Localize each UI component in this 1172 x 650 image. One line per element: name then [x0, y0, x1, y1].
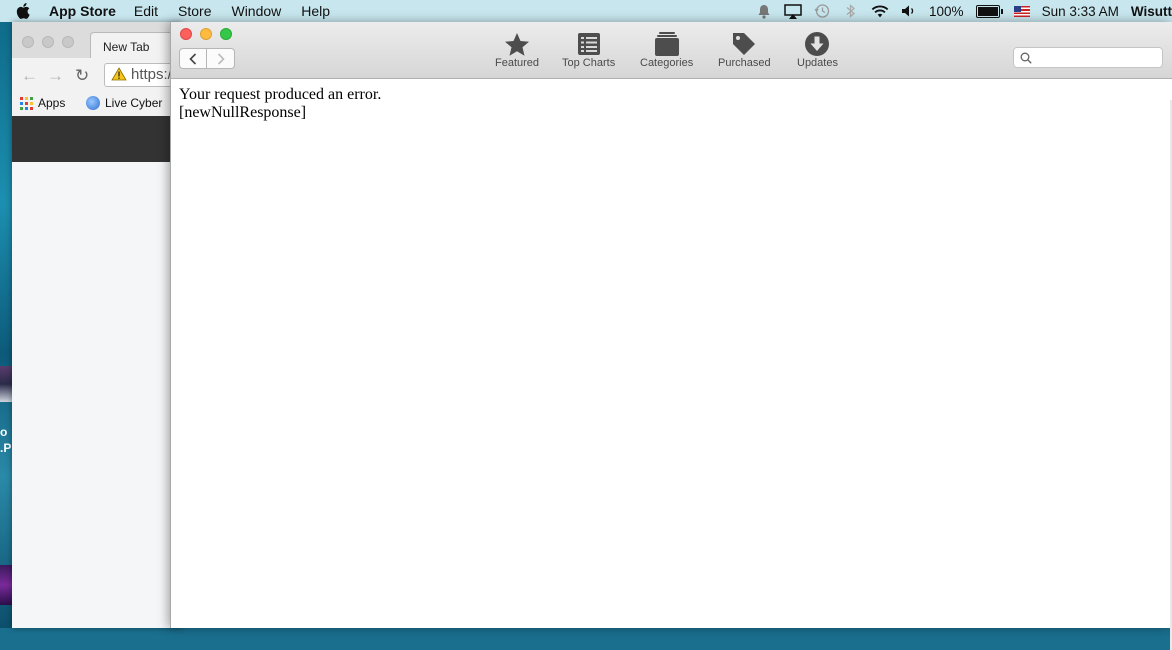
battery-icon[interactable]	[975, 4, 1003, 18]
search-icon	[1020, 52, 1032, 64]
menu-user-name[interactable]: Wisutt	[1131, 4, 1172, 19]
chevron-left-icon	[189, 52, 197, 65]
bookmark-live-cyber[interactable]: Live Cyber	[86, 96, 162, 110]
tab-label: Updates	[797, 57, 838, 69]
bookmark-apps[interactable]: Apps	[20, 96, 65, 110]
star-icon	[503, 30, 531, 58]
back-button[interactable]	[179, 48, 207, 69]
time-machine-icon[interactable]	[813, 3, 831, 19]
desktop-icon-label: o .P	[0, 424, 12, 456]
tab-featured[interactable]: Featured	[495, 30, 539, 69]
apps-grid-icon	[20, 96, 33, 110]
desktop-thumbnail	[0, 565, 12, 605]
menu-extras: 100% Sun 3:33 AM Wisutt	[755, 0, 1172, 22]
error-text: Your request produced an error.	[179, 86, 382, 103]
zoom-button[interactable]	[220, 28, 232, 40]
chrome-close-button[interactable]	[22, 36, 34, 48]
download-icon	[803, 30, 831, 58]
menu-help[interactable]: Help	[301, 3, 330, 19]
desktop-thumbnail	[0, 366, 12, 402]
menu-window[interactable]: Window	[231, 3, 281, 19]
globe-icon	[86, 96, 100, 110]
desktop-label-text: o .P	[0, 425, 12, 455]
chevron-right-icon	[217, 52, 225, 65]
chrome-window-controls	[22, 36, 74, 48]
close-button[interactable]	[180, 28, 192, 40]
stack-icon	[653, 30, 681, 58]
battery-percent[interactable]: 100%	[929, 4, 964, 19]
app-store-window: Featured Top Charts Categories Purchased…	[170, 22, 1172, 650]
tag-icon	[730, 30, 758, 58]
search-input[interactable]	[1036, 49, 1162, 68]
input-source-flag-icon[interactable]	[1013, 5, 1030, 17]
tab-label: Purchased	[718, 57, 771, 69]
forward-button[interactable]	[207, 48, 235, 69]
chrome-url-text: https:/	[131, 66, 172, 83]
bookmark-label: Live Cyber	[105, 96, 163, 110]
wifi-icon[interactable]	[871, 3, 889, 19]
menu-bar: App Store Edit Store Window Help 100% Su…	[0, 0, 1172, 22]
chrome-minimize-button[interactable]	[42, 36, 54, 48]
menu-clock[interactable]: Sun 3:33 AM	[1042, 4, 1119, 19]
tab-label: Top Charts	[562, 57, 616, 69]
apple-menu-icon[interactable]	[15, 3, 31, 19]
tab-updates[interactable]: Updates	[797, 30, 838, 69]
tab-purchased[interactable]: Purchased	[718, 30, 771, 69]
chrome-forward-icon[interactable]: →	[47, 66, 64, 86]
security-warning-icon	[111, 67, 127, 81]
tab-categories[interactable]: Categories	[640, 30, 693, 69]
window-controls	[180, 28, 232, 40]
chrome-window: New Tab ← → ↻ https:/ Apps Live Cyber	[12, 22, 194, 628]
tab-label: Categories	[640, 57, 694, 69]
volume-icon[interactable]	[900, 3, 918, 19]
airplay-icon[interactable]	[784, 3, 802, 19]
chrome-reload-icon[interactable]: ↻	[75, 66, 89, 86]
desktop-background	[0, 22, 12, 628]
tab-label: Featured	[495, 57, 540, 69]
notification-bell-icon[interactable]	[755, 3, 773, 19]
navigation-buttons	[179, 48, 235, 69]
chrome-bookmarks-bar: Apps Live Cyber	[12, 92, 182, 116]
chrome-page-header	[12, 116, 182, 162]
app-store-toolbar: Featured Top Charts Categories Purchased…	[171, 22, 1172, 79]
chrome-zoom-button[interactable]	[62, 36, 74, 48]
error-message: Your request produced an error. [newNull…	[179, 86, 381, 122]
menu-edit[interactable]: Edit	[134, 3, 158, 19]
menu-app-name[interactable]: App Store	[49, 3, 116, 19]
minimize-button[interactable]	[200, 28, 212, 40]
bluetooth-icon[interactable]	[842, 3, 860, 19]
error-code: [newNullResponse]	[179, 104, 307, 121]
bookmark-label: Apps	[38, 96, 66, 110]
menu-store[interactable]: Store	[178, 3, 211, 19]
chrome-toolbar: ← → ↻ https:/	[12, 58, 194, 93]
search-field[interactable]	[1013, 47, 1163, 68]
list-icon	[575, 30, 603, 58]
tab-top-charts[interactable]: Top Charts	[562, 30, 615, 69]
chrome-back-icon[interactable]: ←	[21, 66, 38, 86]
chrome-tab-bar: New Tab	[12, 22, 190, 58]
chrome-tab-title: New Tab	[103, 40, 150, 54]
